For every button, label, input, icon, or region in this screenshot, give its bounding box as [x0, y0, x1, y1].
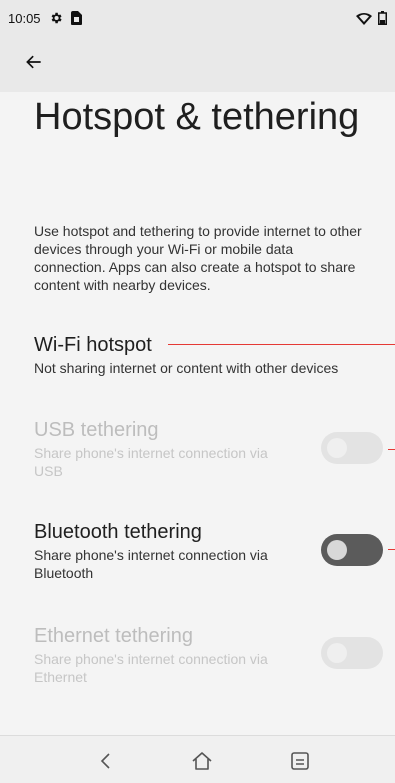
sim-card-icon [70, 11, 82, 25]
navigation-bar [0, 735, 395, 783]
home-icon [190, 752, 214, 777]
gear-icon [49, 11, 63, 25]
bluetooth-tethering-toggle[interactable] [321, 534, 383, 566]
wifi-icon [356, 12, 372, 25]
setting-subtitle: Share phone's internet connection via US… [34, 445, 268, 479]
annotation-line [388, 549, 395, 550]
setting-wifi-hotspot[interactable]: Wi-Fi hotspot Not sharing internet or co… [34, 333, 395, 377]
back-button[interactable] [22, 52, 46, 76]
setting-subtitle: Share phone's internet connection via Et… [34, 651, 268, 685]
setting-title: Ethernet tethering [34, 625, 193, 647]
annotation-line [388, 449, 395, 450]
setting-title: Bluetooth tethering [34, 521, 202, 543]
ethernet-tethering-toggle[interactable] [321, 637, 383, 669]
annotation-line [168, 344, 395, 345]
status-bar: 10:05 [0, 0, 395, 36]
back-chevron-icon [94, 753, 118, 777]
usb-tethering-toggle[interactable] [321, 432, 383, 464]
setting-subtitle: Share phone's internet connection via Bl… [34, 547, 268, 581]
toggle-knob [327, 540, 347, 560]
nav-home-button[interactable] [190, 749, 214, 773]
recents-icon [288, 752, 312, 777]
page-title: Hotspot & tethering [34, 96, 360, 138]
setting-title: Wi-Fi hotspot [34, 334, 152, 356]
status-time: 10:05 [8, 10, 41, 26]
app-bar [0, 36, 395, 92]
nav-back-button[interactable] [94, 749, 118, 773]
setting-subtitle: Not sharing internet or content with oth… [34, 360, 339, 376]
arrow-left-icon [24, 52, 44, 77]
page-description: Use hotspot and tethering to provide int… [34, 223, 362, 293]
toggle-knob [327, 643, 347, 663]
nav-recents-button[interactable] [288, 749, 312, 773]
toggle-knob [327, 438, 347, 458]
battery-icon [378, 11, 387, 25]
setting-title: USB tethering [34, 419, 159, 441]
